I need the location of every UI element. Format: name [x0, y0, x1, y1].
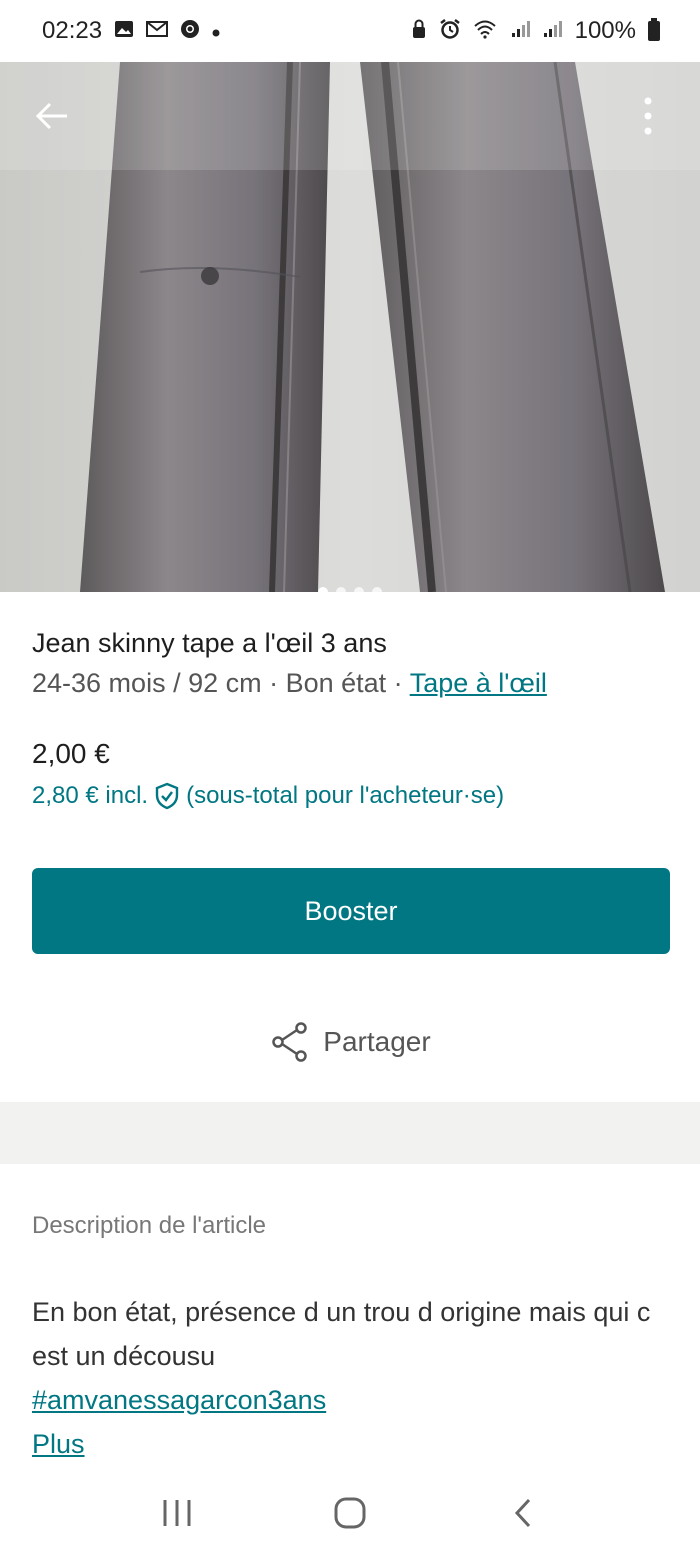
- share-button[interactable]: Partager: [32, 1022, 670, 1062]
- mail-notification-icon: [146, 21, 169, 41]
- product-price: 2,00 €: [32, 738, 110, 769]
- system-navigation-bar: [0, 1470, 700, 1556]
- description-body: En bon état, présence d un trou d origin…: [32, 1290, 672, 1466]
- booster-button[interactable]: Booster: [32, 868, 670, 954]
- product-photo[interactable]: [0, 62, 700, 592]
- home-button[interactable]: [320, 1483, 380, 1543]
- nav-back-icon: [515, 1498, 531, 1528]
- signal-icon-1: [511, 20, 531, 42]
- show-more-link[interactable]: Plus: [32, 1422, 672, 1466]
- product-size: 24-36 mois / 92 cm: [32, 668, 262, 698]
- status-left: 02:23: [42, 17, 220, 45]
- description-text: En bon état, présence d un trou d origin…: [32, 1297, 651, 1371]
- status-right: 100%: [411, 17, 660, 45]
- meta-separator: ·: [261, 668, 286, 698]
- buyer-total-price: 2,80 € incl.: [32, 782, 149, 809]
- hashtag-link[interactable]: #amvanessagarcon3ans: [32, 1378, 672, 1422]
- product-meta: 24-36 mois / 92 cm · Bon état · Tape à l…: [32, 668, 547, 699]
- share-icon: [272, 1022, 308, 1062]
- description-heading: Description de l'article: [32, 1212, 267, 1239]
- meta-separator: ·: [386, 668, 410, 698]
- recent-apps-icon: [163, 1500, 191, 1526]
- status-time: 02:23: [42, 17, 103, 44]
- product-title: Jean skinny tape a l'œil 3 ans: [32, 628, 387, 658]
- share-label: Partager: [323, 1026, 431, 1057]
- back-button[interactable]: [30, 94, 74, 138]
- status-bar: 02:23 100%: [0, 0, 700, 62]
- recent-apps-button[interactable]: [147, 1483, 207, 1543]
- notification-dot-icon: [212, 21, 220, 41]
- more-vertical-icon: [644, 97, 652, 135]
- battery-icon: [648, 18, 660, 41]
- alarm-icon: [439, 18, 461, 44]
- buyer-total-note: (sous-total pour l'acheteur·se): [186, 782, 505, 809]
- signal-icon-2: [543, 20, 563, 42]
- chrome-notification-icon: [180, 19, 200, 43]
- gallery-pagination: [0, 587, 700, 592]
- gallery-dot[interactable]: [372, 587, 382, 592]
- battery-percent: 100%: [574, 17, 636, 44]
- section-divider: [0, 1102, 700, 1164]
- back-arrow-icon: [35, 102, 67, 130]
- buyer-total[interactable]: 2,80 € incl. (sous-total pour l'acheteur…: [32, 782, 504, 810]
- product-condition: Bon état: [285, 668, 387, 698]
- lock-icon: [411, 19, 427, 43]
- more-options-button[interactable]: [626, 94, 670, 138]
- gallery-notification-icon: [114, 20, 134, 42]
- photo-toolbar: [0, 62, 700, 170]
- system-back-button[interactable]: [493, 1483, 553, 1543]
- shield-check-icon: [155, 782, 179, 810]
- wifi-icon: [473, 19, 499, 43]
- gallery-dot[interactable]: [336, 587, 346, 592]
- brand-link[interactable]: Tape à l'œil: [410, 668, 547, 698]
- gallery-dot[interactable]: [318, 587, 328, 592]
- home-icon: [334, 1497, 366, 1529]
- gallery-dot[interactable]: [354, 587, 364, 592]
